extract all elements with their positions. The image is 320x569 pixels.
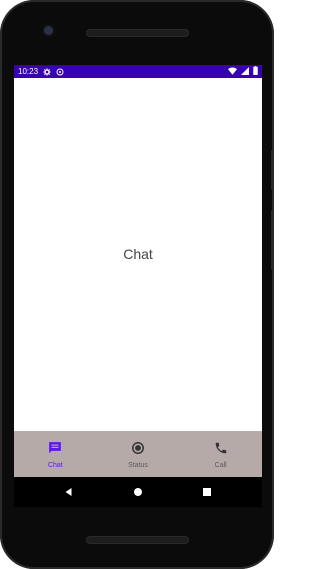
- wifi-icon: [228, 66, 237, 77]
- power-button: [271, 210, 274, 270]
- volume-button: [271, 150, 274, 190]
- battery-icon: [253, 66, 258, 77]
- sync-icon: [56, 68, 64, 76]
- system-navigation-bar: [14, 477, 262, 507]
- top-speaker: [87, 30, 188, 36]
- bottom-navigation: Chat Status Call: [14, 431, 262, 477]
- status-icon: [131, 441, 145, 460]
- bottom-speaker: [87, 537, 188, 543]
- status-bar: 10:23: [14, 65, 262, 78]
- settings-icon: [43, 67, 51, 76]
- screen: 10:23 Chat Chat Status Call: [14, 65, 262, 507]
- home-icon[interactable]: [132, 486, 144, 498]
- nav-label-call: Call: [214, 462, 227, 469]
- status-time: 10:23: [18, 67, 39, 76]
- nav-item-chat[interactable]: Chat: [14, 431, 97, 477]
- phone-frame: 10:23 Chat Chat Status Call: [0, 0, 274, 569]
- signal-icon: [241, 66, 249, 77]
- nav-item-status[interactable]: Status: [97, 431, 180, 477]
- front-camera: [44, 26, 53, 35]
- nav-item-call[interactable]: Call: [179, 431, 262, 477]
- page-title: Chat: [123, 246, 153, 262]
- status-right-icons: [228, 66, 258, 77]
- nav-label-status: Status: [128, 462, 148, 469]
- nav-label-chat: Chat: [47, 462, 63, 469]
- recents-icon[interactable]: [201, 486, 213, 498]
- chat-icon: [48, 441, 62, 460]
- phone-icon: [214, 441, 228, 460]
- back-icon[interactable]: [63, 486, 75, 498]
- chat-screen: Chat: [14, 78, 262, 431]
